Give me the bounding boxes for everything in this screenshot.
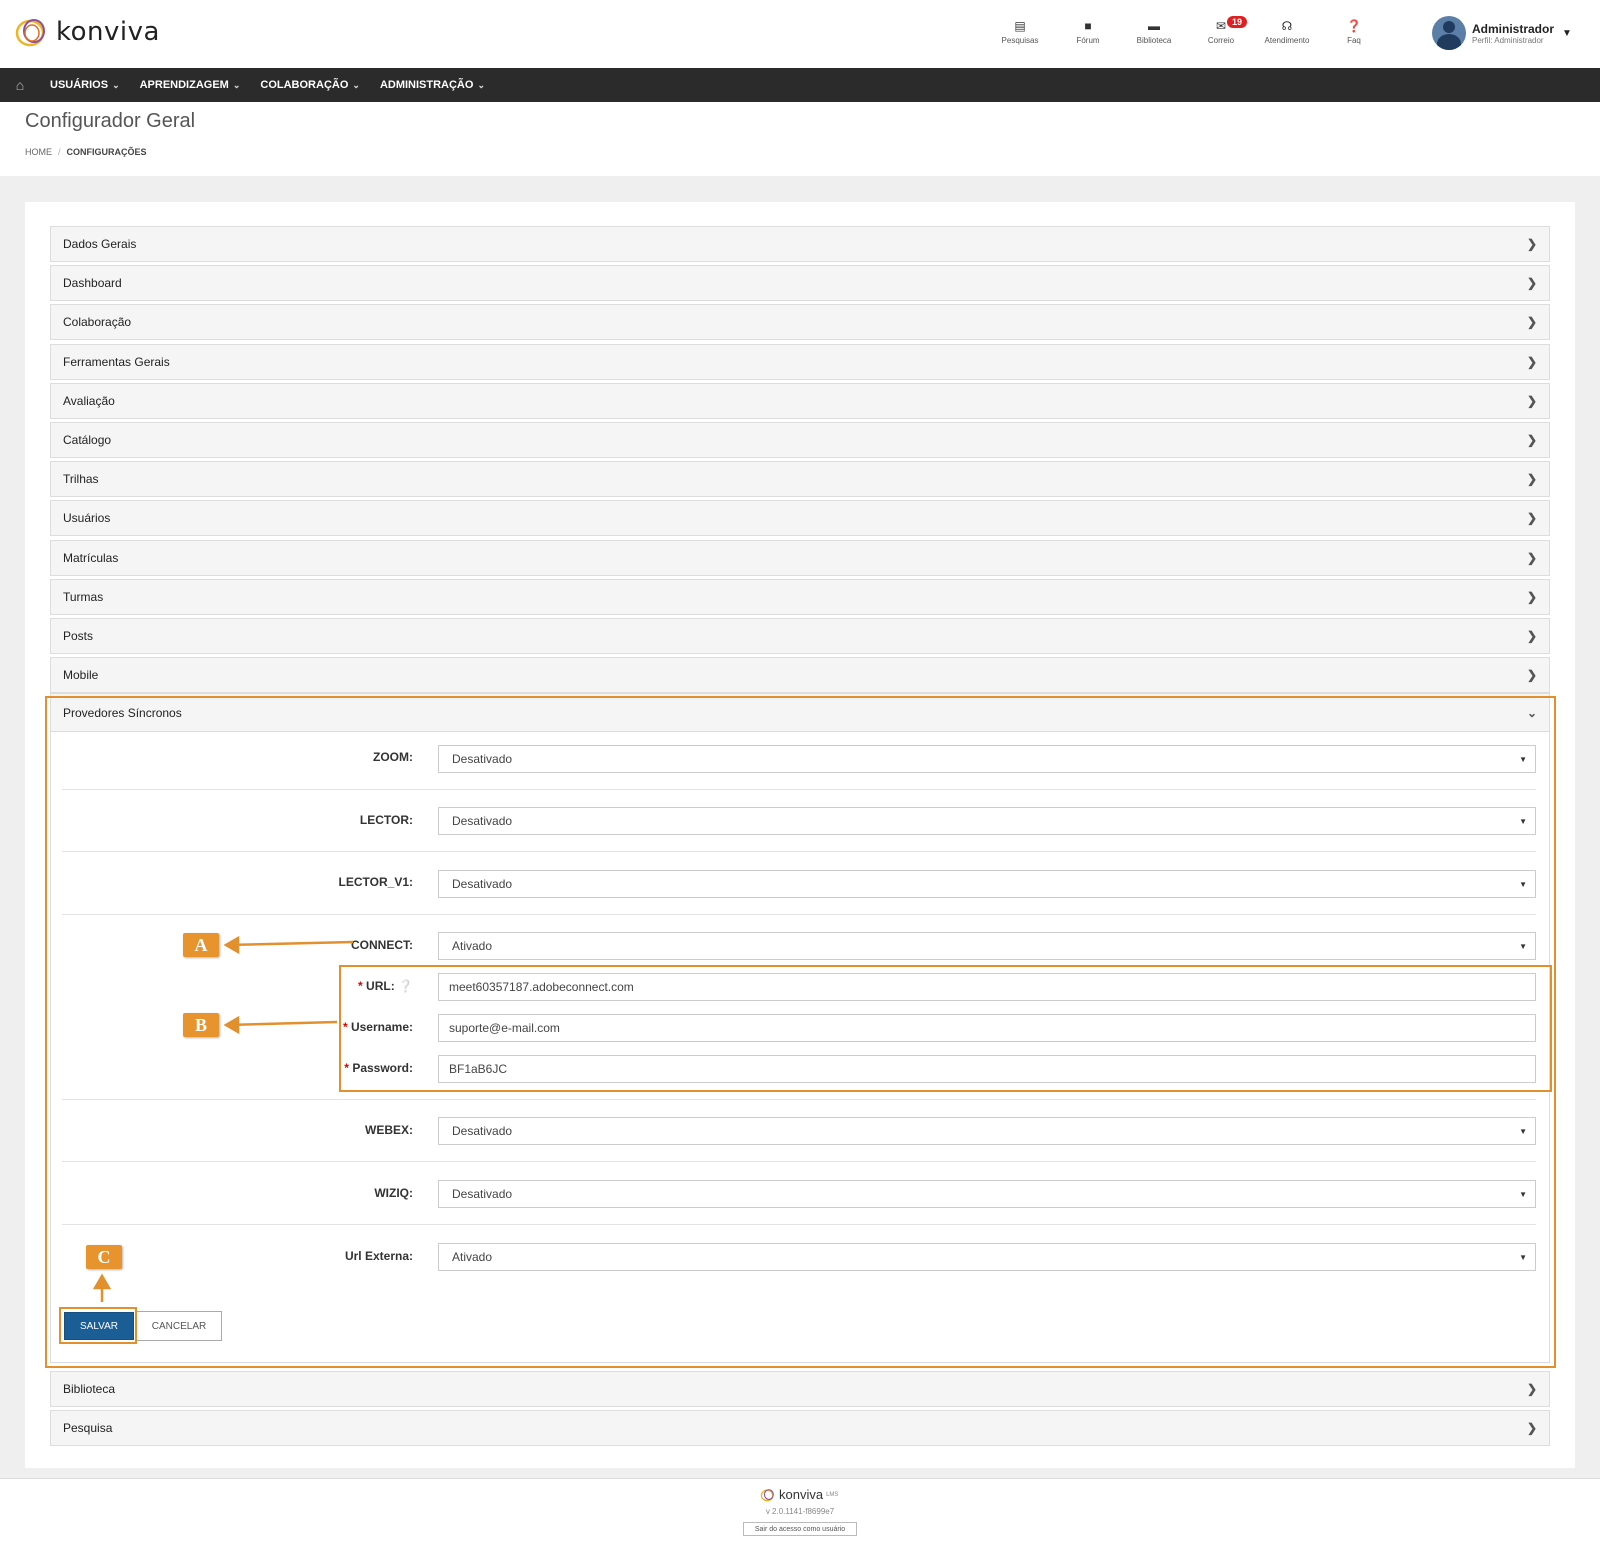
footer-logo-text: konviva [779,1487,824,1502]
annotation-arrows [92,935,354,1302]
exit-user-access-button[interactable]: Sair do acesso como usuário [743,1522,857,1536]
arrow-a-line [225,940,354,947]
arrow-a-head [223,935,240,955]
arrow-b-line [225,1020,338,1027]
annotation-tag-a: A [183,933,219,957]
arrow-b-head [223,1015,240,1035]
version-text: v 2.0.1141-f8699e7 [765,1507,835,1516]
konviva-logo-icon [760,1488,774,1501]
footer-logo: konviva LMS [760,1487,838,1502]
annotation-tag-c: C [86,1245,122,1269]
annotation-tag-b: B [183,1013,219,1037]
footer: konviva LMS v 2.0.1141-f8699e7 Sair do ac… [0,1478,1600,1548]
footer-lms-label: LMS [826,1491,839,1498]
arrow-c-head [92,1273,112,1290]
